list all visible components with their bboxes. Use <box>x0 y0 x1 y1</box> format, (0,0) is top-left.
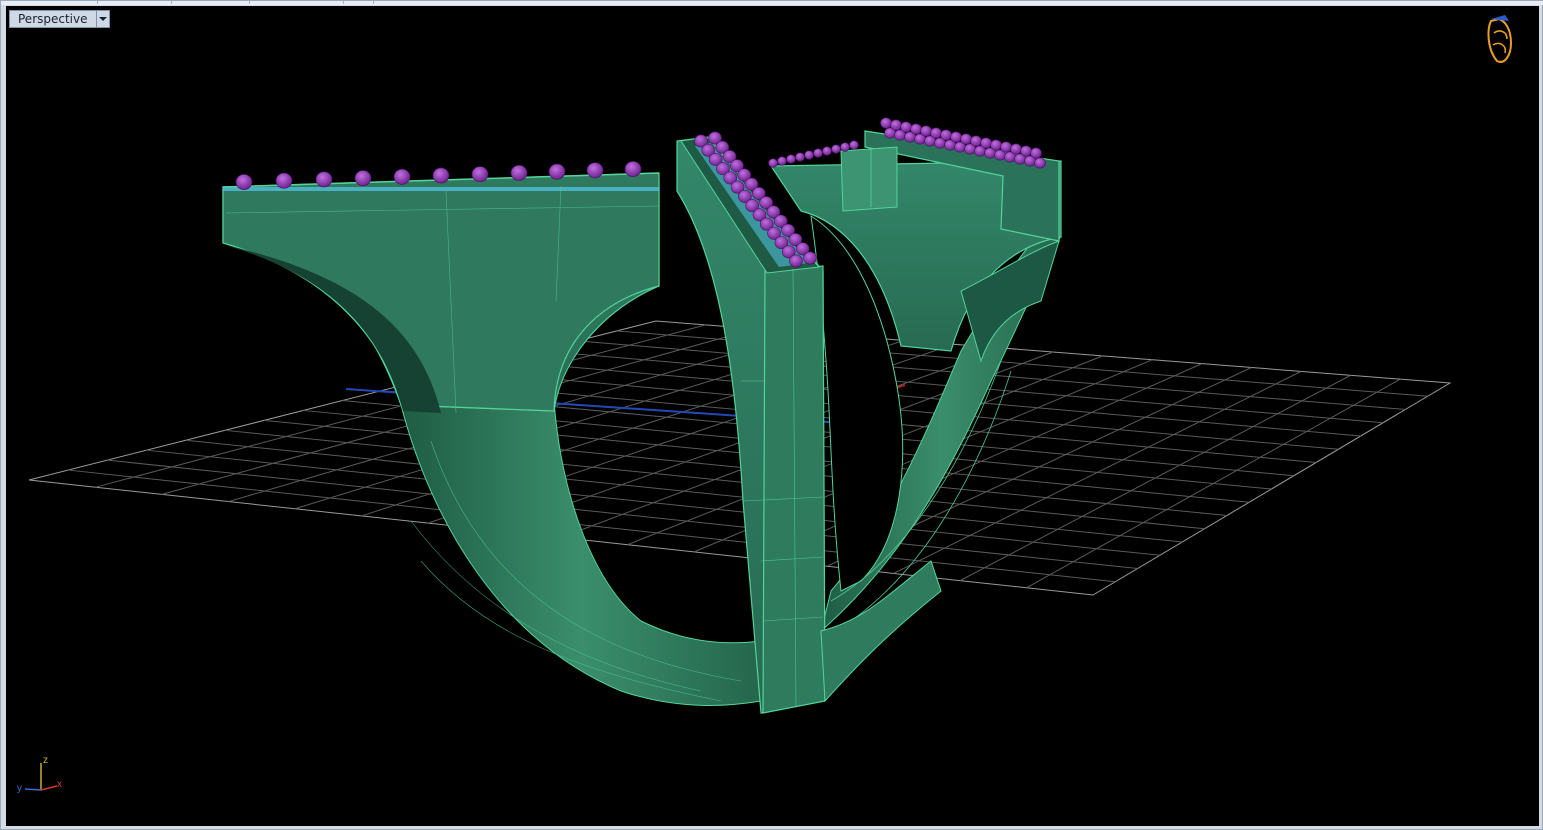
gem-stone <box>960 133 972 145</box>
axes-widget: z x y <box>17 755 62 794</box>
title-edge <box>1 1 1543 5</box>
gem-stone <box>768 158 778 168</box>
gem-stone <box>849 140 859 150</box>
rhino-window: Perspective z x y <box>0 0 1543 830</box>
gem-stone <box>804 150 814 160</box>
gem-stone <box>980 137 992 149</box>
gem-stone <box>471 166 489 183</box>
gem-stone <box>548 163 566 180</box>
gem-stone <box>813 148 823 158</box>
scene-canvas[interactable]: z x y <box>6 6 1539 826</box>
gem-stone <box>880 117 892 129</box>
axis-z-label: z <box>43 755 48 766</box>
gem-stone <box>777 156 787 166</box>
gem-stone <box>831 144 841 154</box>
gem-stone <box>1030 147 1042 159</box>
gem-stone <box>910 123 922 135</box>
axis-y-label: y <box>17 783 22 794</box>
gem-stone <box>1034 157 1046 169</box>
perspective-viewport[interactable]: Perspective z x y <box>6 6 1539 826</box>
gem-stone <box>624 161 642 177</box>
gem-stone <box>795 152 805 162</box>
gem-stone <box>840 142 850 152</box>
gem-stone <box>786 154 796 164</box>
gem-stone <box>235 174 253 190</box>
gem-stone <box>354 170 372 186</box>
gem-stone <box>990 139 1002 151</box>
gem-stone <box>930 127 942 139</box>
gem-stone <box>586 162 604 179</box>
axis-x-label: x <box>57 779 62 790</box>
gem-stone <box>315 171 333 188</box>
gem-stone <box>1010 143 1022 155</box>
gem-stone <box>275 172 293 189</box>
gem-stone <box>1020 145 1032 157</box>
gem-stone <box>970 135 982 147</box>
gem-stone <box>789 254 803 268</box>
gem-stone <box>940 129 952 141</box>
left-ring-model[interactable] <box>222 172 762 706</box>
gem-stone <box>1000 141 1012 153</box>
gem-stone <box>510 164 528 181</box>
gem-stone <box>822 146 832 156</box>
gem-stone <box>803 251 817 265</box>
rhino-logo-icon <box>1487 15 1513 63</box>
gem-stone <box>900 121 912 133</box>
gem-stone <box>393 168 411 185</box>
gem-stone <box>432 167 450 184</box>
gem-stone <box>950 131 962 143</box>
viewport-title-tab[interactable]: Perspective <box>9 10 110 28</box>
chevron-down-icon[interactable] <box>95 10 110 28</box>
viewport-title[interactable]: Perspective <box>9 10 96 28</box>
gem-stone <box>920 125 932 137</box>
grid-line <box>1026 378 1401 589</box>
gem-stone <box>890 119 902 131</box>
